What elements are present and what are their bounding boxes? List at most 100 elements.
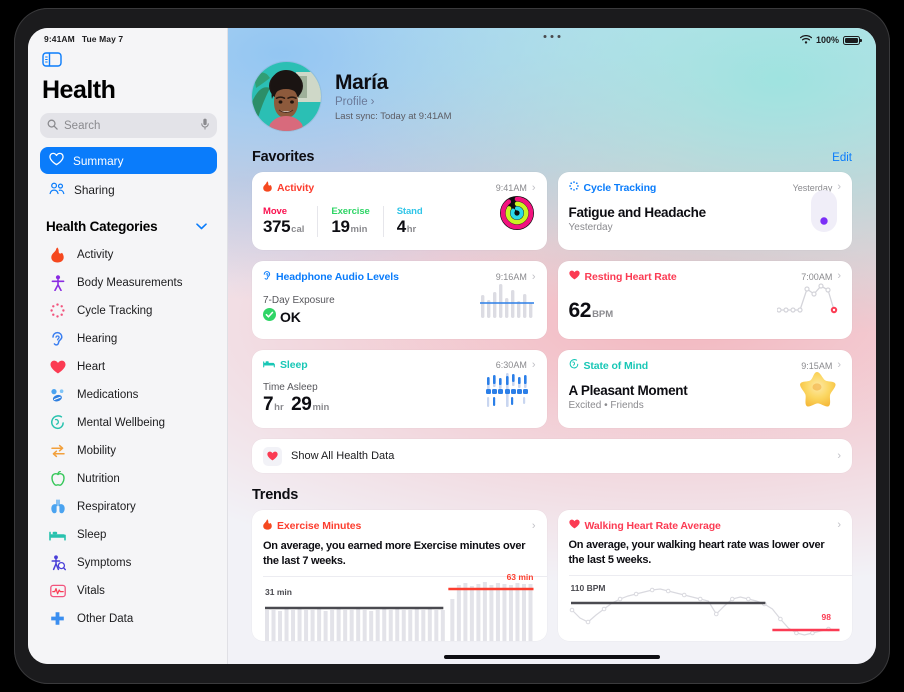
metric-move: Move 375cal	[263, 206, 319, 237]
trends-grid: Exercise Minutes › On average, you earne…	[252, 510, 852, 642]
main-status-bar: 100%	[228, 28, 876, 48]
avatar[interactable]	[252, 62, 321, 131]
search-input[interactable]: Search	[40, 113, 217, 138]
card-resting-heart-rate[interactable]: Resting Heart Rate 7:00AM › 62BPM	[557, 261, 852, 339]
cross-icon	[49, 610, 66, 627]
show-all-health-data-button[interactable]: Show All Health Data ›	[252, 439, 852, 473]
heart-icon	[568, 519, 580, 532]
sleep-hours-unit: hr	[274, 402, 284, 413]
card-title: Activity	[277, 182, 315, 194]
status-date: Tue May 7	[81, 34, 124, 44]
card-title: Cycle Tracking	[583, 181, 657, 194]
microphone-icon[interactable]	[200, 117, 210, 135]
trend-baseline-label: 31 min	[265, 587, 292, 598]
trends-header: Trends	[252, 487, 852, 503]
sidebar-item-respiratory[interactable]: Respiratory	[40, 493, 217, 520]
sidebar-item-other-data[interactable]: Other Data	[40, 605, 217, 632]
sidebar-item-mental-wellbeing[interactable]: Mental Wellbeing	[40, 409, 217, 436]
last-sync-text: Last sync: Today at 9:41AM	[335, 111, 452, 123]
chevron-right-icon: ›	[837, 181, 841, 193]
activity-rings-icon	[499, 196, 534, 235]
metric-label: Move	[263, 206, 287, 217]
trends-title: Trends	[252, 487, 299, 503]
card-cycle-tracking[interactable]: Cycle Tracking Yesterday › Fatigue and H…	[557, 172, 852, 250]
heart-outline-icon	[49, 152, 64, 169]
metric-unit: min	[350, 224, 368, 235]
sidebar-category-label: Mental Wellbeing	[77, 416, 166, 429]
heart-rate-value: 62	[568, 299, 592, 322]
chevron-right-icon: ›	[531, 358, 536, 371]
sleep-stages-chart	[484, 372, 532, 414]
sidebar-category-label: Mobility	[77, 444, 116, 457]
page-title: Health	[42, 76, 116, 104]
card-timestamp: 9:16AM	[495, 272, 527, 282]
sidebar-item-sharing[interactable]: Sharing	[40, 176, 217, 203]
flame-icon	[263, 519, 272, 533]
flame-icon	[263, 181, 272, 195]
sidebar-item-sleep[interactable]: Sleep	[40, 521, 217, 548]
favorites-title: Favorites	[252, 149, 315, 165]
lungs-icon	[49, 498, 66, 515]
sidebar-category-label: Other Data	[77, 612, 134, 625]
trend-baseline-label: 110 BPM	[570, 583, 606, 594]
sidebar-category-label: Symptoms	[77, 556, 132, 569]
walking-heart-rate-chart: 110 BPM 98	[569, 578, 842, 640]
metric-stand: Stand 4hr	[397, 206, 436, 237]
mobility-icon	[49, 442, 66, 459]
sidebar-item-medications[interactable]: Medications	[40, 381, 217, 408]
sidebar-item-mobility[interactable]: Mobility	[40, 437, 217, 464]
audio-levels-chart	[479, 282, 534, 325]
card-activity[interactable]: Activity 9:41AM › Move 375cal Exercise 1…	[252, 172, 547, 250]
multitasking-dots-icon[interactable]	[543, 35, 561, 38]
status-time: 9:41AM	[44, 34, 75, 44]
sleep-hours-value: 7	[263, 394, 274, 415]
sidebar-category-label: Nutrition	[77, 472, 120, 485]
card-state-of-mind[interactable]: State of Mind 9:15AM › A Pleasant Moment…	[557, 350, 852, 428]
scroll-area[interactable]: María Profile › Last sync: Today at 9:41…	[228, 48, 876, 664]
card-status: OK	[280, 309, 301, 325]
sidebar-item-cycle-tracking[interactable]: Cycle Tracking	[40, 297, 217, 324]
flame-icon	[49, 246, 66, 263]
card-headphone-audio-levels[interactable]: Headphone Audio Levels 9:16AM › 7-Day Ex…	[252, 261, 547, 339]
body-icon	[49, 274, 66, 291]
sidebar-item-summary[interactable]: Summary	[40, 147, 217, 174]
sidebar-item-body-measurements[interactable]: Body Measurements	[40, 269, 217, 296]
sidebar-item-vitals[interactable]: Vitals	[40, 577, 217, 604]
sidebar-category-label: Medications	[77, 388, 139, 401]
heart-rate-sparkline	[776, 280, 839, 323]
apple-icon	[49, 470, 66, 487]
profile-link[interactable]: Profile ›	[335, 96, 452, 108]
chevron-down-icon[interactable]	[196, 217, 207, 235]
card-title: State of Mind	[583, 359, 649, 372]
sidebar-item-activity[interactable]: Activity	[40, 241, 217, 268]
sidebar-item-heart[interactable]: Heart	[40, 353, 217, 380]
heart-icon	[568, 270, 580, 283]
people-icon	[49, 182, 65, 198]
trend-description: On average, you earned more Exercise min…	[263, 540, 526, 567]
card-sleep[interactable]: Sleep 6:30AM › Time Asleep 7hr 29min	[252, 350, 547, 428]
sidebar-category-label: Vitals	[77, 584, 105, 597]
card-timestamp: 9:41AM	[495, 183, 527, 193]
favorites-grid: Activity 9:41AM › Move 375cal Exercise 1…	[252, 172, 852, 428]
bed-icon	[263, 359, 275, 371]
home-indicator	[444, 655, 660, 659]
sidebar-item-hearing[interactable]: Hearing	[40, 325, 217, 352]
sidebar-toggle-icon[interactable]	[42, 52, 219, 72]
chevron-right-icon: ›	[531, 519, 536, 532]
metric-unit: hr	[406, 224, 417, 235]
symptoms-icon	[49, 554, 66, 571]
card-timestamp: 9:15AM	[801, 360, 833, 371]
show-all-label: Show All Health Data	[291, 450, 395, 462]
favorites-header: Favorites Edit	[252, 149, 852, 165]
brain-icon	[569, 359, 579, 372]
exercise-minutes-chart: 31 min 63 min	[263, 572, 536, 642]
trend-card-exercise-minutes[interactable]: Exercise Minutes › On average, you earne…	[252, 510, 547, 642]
trend-card-walking-heart-rate-average[interactable]: Walking Heart Rate Average › On average,…	[557, 510, 852, 642]
sidebar-item-symptoms[interactable]: Symptoms	[40, 549, 217, 576]
cycle-icon	[49, 302, 66, 319]
ipad-screen: 9:41AM Tue May 7 Health Search Summary S…	[28, 28, 876, 664]
metric-exercise: Exercise 19min	[331, 206, 384, 237]
sidebar-item-nutrition[interactable]: Nutrition	[40, 465, 217, 492]
health-categories-header[interactable]: Health Categories	[36, 205, 217, 241]
edit-favorites-button[interactable]: Edit	[832, 152, 852, 164]
